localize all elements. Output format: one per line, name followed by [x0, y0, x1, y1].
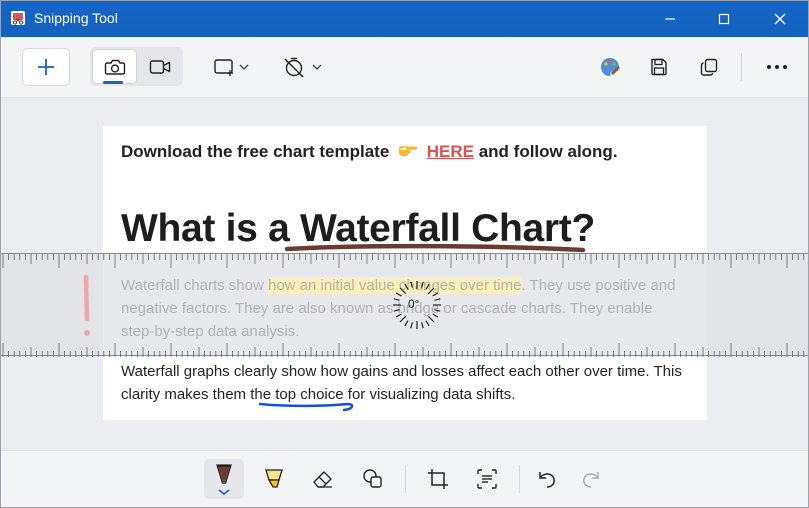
- camera-icon: [104, 59, 125, 75]
- maximize-button[interactable]: [701, 1, 747, 37]
- redo-button[interactable]: [571, 459, 611, 499]
- see-more-button[interactable]: [758, 49, 796, 84]
- copy-icon: [700, 58, 718, 76]
- blue-ink-underline: [258, 402, 354, 412]
- delay-dropdown[interactable]: [277, 49, 327, 84]
- title-bar: Snipping Tool: [1, 1, 808, 37]
- here-link[interactable]: HERE: [427, 142, 474, 161]
- minimize-icon: [665, 18, 675, 20]
- download-template-line: Download the free chart template HERE an…: [121, 142, 618, 162]
- para1-text-b: . They use positive and: [521, 277, 676, 294]
- download-text: Download the free chart template: [121, 142, 390, 161]
- paint-palette-icon: [601, 57, 620, 76]
- ballpoint-pen-icon: [216, 464, 232, 496]
- redo-icon: [583, 472, 599, 488]
- para1-text-a: Waterfall charts show: [121, 277, 268, 294]
- highlighter-button[interactable]: [254, 459, 294, 499]
- top-toolbar: [1, 37, 808, 98]
- video-mode-button[interactable]: [139, 49, 181, 84]
- snipping-tool-app-icon: [11, 11, 25, 25]
- heading-prefix: What is a: [121, 207, 301, 250]
- video-camera-icon: [149, 59, 171, 74]
- copy-button[interactable]: [691, 49, 727, 84]
- photo-mode-indicator: [103, 81, 123, 84]
- undo-icon: [539, 472, 555, 488]
- open-in-paint-button[interactable]: [592, 49, 628, 84]
- shapes-button[interactable]: [353, 459, 393, 499]
- markup-separator-2: [519, 465, 520, 493]
- save-button[interactable]: [641, 49, 677, 84]
- window-title: Snipping Tool: [34, 10, 118, 26]
- para2-line1: Waterfall graphs clearly show how gains …: [121, 363, 682, 380]
- para2-text-a: clarity makes them the: [121, 386, 276, 403]
- toolbar-separator: [741, 53, 742, 81]
- para1-line3: step-by-step data analysis.: [121, 323, 300, 340]
- shapes-icon: [363, 469, 382, 488]
- para1-line2: negative factors. They are also known as…: [121, 300, 653, 317]
- undo-button[interactable]: [527, 459, 567, 499]
- no-delay-timer-icon: [284, 57, 322, 77]
- highlighter-icon: [265, 469, 283, 488]
- maximize-icon: [718, 13, 730, 25]
- markup-separator-1: [405, 465, 406, 493]
- pink-ink-exclamation: [83, 274, 90, 336]
- markup-toolbar: [1, 450, 808, 507]
- snip-shape-dropdown[interactable]: [206, 49, 256, 84]
- para2-text-c: for visualizing data shifts.: [343, 386, 516, 403]
- save-icon: [651, 58, 667, 75]
- pointing-hand-icon: [398, 146, 418, 156]
- text-actions-button[interactable]: [467, 459, 507, 499]
- follow-along-text: and follow along.: [478, 142, 618, 161]
- minimize-button[interactable]: [647, 1, 693, 37]
- eraser-icon: [313, 471, 332, 488]
- plus-icon: [38, 59, 54, 75]
- crop-icon: [428, 469, 448, 489]
- ruler-angle-label: 0°: [408, 297, 420, 311]
- close-button[interactable]: [757, 1, 803, 37]
- more-icon: [767, 64, 787, 69]
- photo-mode-button[interactable]: [92, 49, 137, 84]
- rectangle-snip-icon: [214, 58, 249, 76]
- close-icon: [774, 13, 786, 25]
- crop-button[interactable]: [418, 459, 458, 499]
- ballpoint-pen-button[interactable]: [204, 459, 244, 499]
- eraser-button[interactable]: [303, 459, 343, 499]
- text-actions-icon: [477, 469, 497, 489]
- new-snip-button[interactable]: [22, 48, 70, 86]
- snipping-tool-window: Snipping Tool Download the free chart te…: [0, 0, 809, 508]
